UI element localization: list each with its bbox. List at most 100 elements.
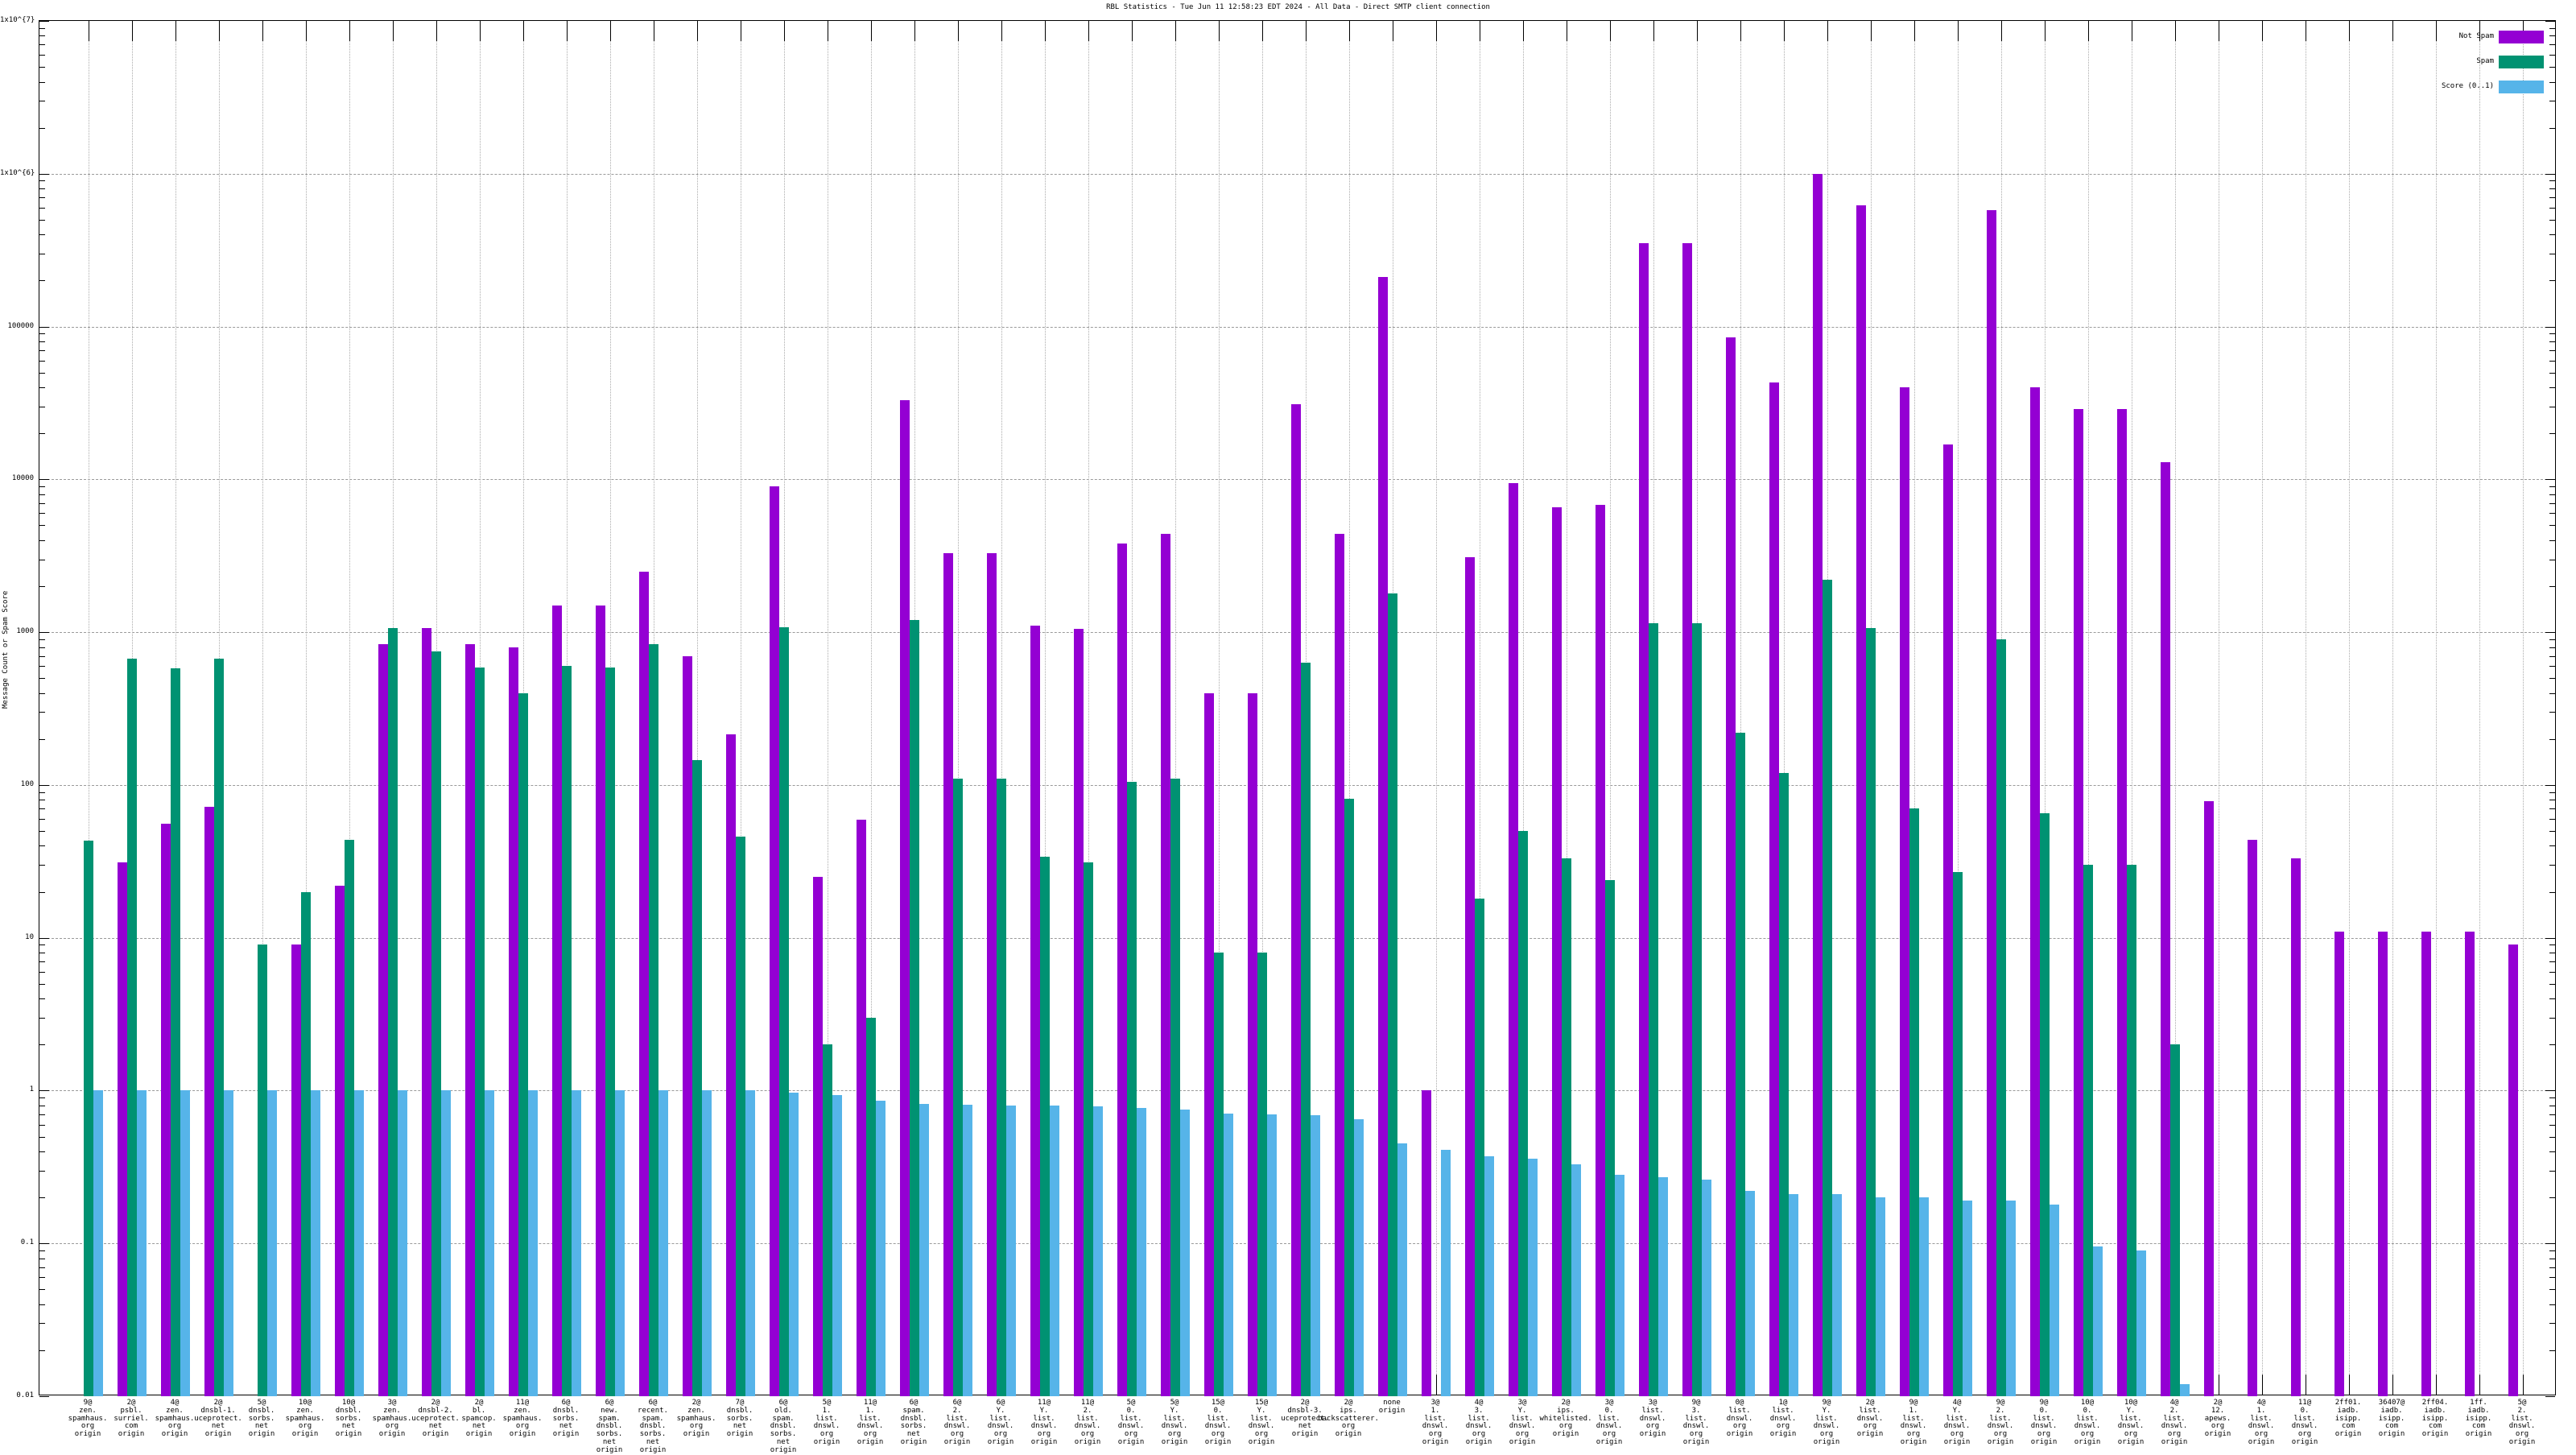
bar-not-spam [1074, 629, 1084, 1396]
x-top-tick [480, 21, 481, 41]
y-minor-tick-left [39, 655, 45, 657]
x-top-tick [1697, 21, 1698, 41]
bar-not-spam [1900, 387, 1909, 1396]
bar-spam [997, 779, 1006, 1396]
bar-score [354, 1090, 364, 1396]
y-minor-tick-left [39, 55, 45, 56]
bar-spam [1996, 639, 2006, 1396]
y-major-tick-left [39, 1090, 49, 1092]
y-tick-label: 100000 [7, 321, 34, 330]
bar-not-spam [378, 644, 388, 1396]
bar-not-spam [2074, 408, 2083, 1396]
y-minor-tick-right [2549, 1323, 2555, 1325]
y-minor-tick-right [2549, 188, 2555, 190]
y-minor-tick-left [39, 234, 45, 236]
bar-spam [127, 659, 137, 1396]
bar-not-spam [1726, 337, 1736, 1396]
x-top-tick [1306, 21, 1307, 41]
y-minor-tick-left [39, 1044, 45, 1046]
chart-title: RBL Statistics - Tue Jun 11 12:58:23 EDT… [1106, 3, 1490, 11]
y-minor-tick-left [39, 1323, 45, 1325]
x-top-tick [2262, 21, 2263, 41]
y-tick-label: 1x10^{7} [0, 16, 35, 24]
y-minor-tick-right [2549, 197, 2555, 199]
y-minor-tick-right [2549, 1197, 2555, 1199]
bar-score [1919, 1197, 1929, 1396]
plot-area [39, 20, 2556, 1397]
y-major-tick-left [39, 937, 49, 939]
y-gridline [39, 326, 2555, 328]
y-major-tick-left [39, 479, 49, 481]
bar-not-spam [2334, 931, 2344, 1396]
y-major-tick-right [2545, 1396, 2555, 1397]
y-minor-tick-right [2549, 971, 2555, 973]
y-minor-tick-right [2549, 1151, 2555, 1152]
y-major-tick-left [39, 632, 49, 634]
y-minor-tick-left [39, 983, 45, 985]
y-major-tick-right [2545, 21, 2555, 22]
bar-score [1354, 1118, 1364, 1396]
bar-spam [692, 760, 702, 1396]
y-minor-tick-left [39, 666, 45, 668]
y-minor-tick-left [39, 738, 45, 740]
x-top-tick [1045, 21, 1046, 41]
x-top-tick [1740, 21, 1741, 41]
y-minor-tick-left [39, 647, 45, 648]
bar-score [745, 1090, 755, 1396]
bar-not-spam [2117, 408, 2127, 1396]
y-minor-tick-right [2549, 333, 2555, 335]
y-major-tick-left [39, 1396, 49, 1397]
bar-score [2136, 1250, 2146, 1396]
bar-not-spam [335, 885, 345, 1396]
y-tick-label: 1 [29, 1085, 34, 1094]
y-minor-tick-left [39, 539, 45, 541]
bar-score [1267, 1114, 1277, 1396]
rbl-statistics-chart: RBL Statistics - Tue Jun 11 12:58:23 EDT… [0, 0, 2576, 1454]
y-minor-tick-right [2549, 1097, 2555, 1099]
y-minor-tick-right [2549, 647, 2555, 648]
y-minor-tick-left [39, 372, 45, 374]
bar-spam [1649, 622, 1658, 1396]
bar-not-spam [770, 486, 779, 1396]
x-top-tick [2175, 21, 2176, 41]
bar-not-spam [596, 605, 605, 1396]
bar-score [1832, 1194, 1842, 1396]
x-top-tick [2045, 21, 2046, 41]
y-minor-tick-right [2549, 27, 2555, 29]
y-minor-tick-left [39, 1350, 45, 1351]
x-top-tick [1610, 21, 1611, 41]
y-minor-tick-left [39, 127, 45, 129]
bar-score [1484, 1156, 1494, 1396]
y-minor-tick-right [2549, 845, 2555, 847]
y-minor-tick-right [2549, 494, 2555, 495]
legend-item-not-spam: Not Spam [2367, 31, 2544, 44]
x-top-tick [1219, 21, 1220, 41]
y-minor-tick-left [39, 639, 45, 640]
bar-spam [1953, 871, 1963, 1396]
x-gridline [2479, 21, 2480, 1395]
bar-not-spam [1943, 444, 1953, 1396]
x-top-tick [871, 21, 872, 41]
y-minor-tick-left [39, 494, 45, 495]
y-minor-tick-left [39, 27, 45, 29]
x-top-tick [914, 21, 915, 41]
bar-not-spam [1509, 483, 1518, 1396]
legend-swatch-score [2499, 81, 2544, 93]
bar-score [311, 1090, 320, 1396]
bar-score [963, 1104, 972, 1396]
y-minor-tick-left [39, 1017, 45, 1019]
y-minor-tick-left [39, 1136, 45, 1138]
bar-not-spam [1378, 277, 1388, 1396]
y-minor-tick-left [39, 891, 45, 893]
bar-spam [562, 666, 572, 1396]
bar-not-spam [1682, 243, 1692, 1396]
bar-score [1789, 1194, 1798, 1396]
bar-score [180, 1090, 190, 1396]
y-tick-label: 100 [20, 779, 34, 788]
bar-score [224, 1090, 233, 1396]
bar-spam [518, 692, 528, 1396]
x-gridline [2349, 21, 2350, 1395]
bar-score [1615, 1175, 1624, 1396]
y-minor-tick-left [39, 831, 45, 833]
bar-score [1397, 1143, 1407, 1396]
